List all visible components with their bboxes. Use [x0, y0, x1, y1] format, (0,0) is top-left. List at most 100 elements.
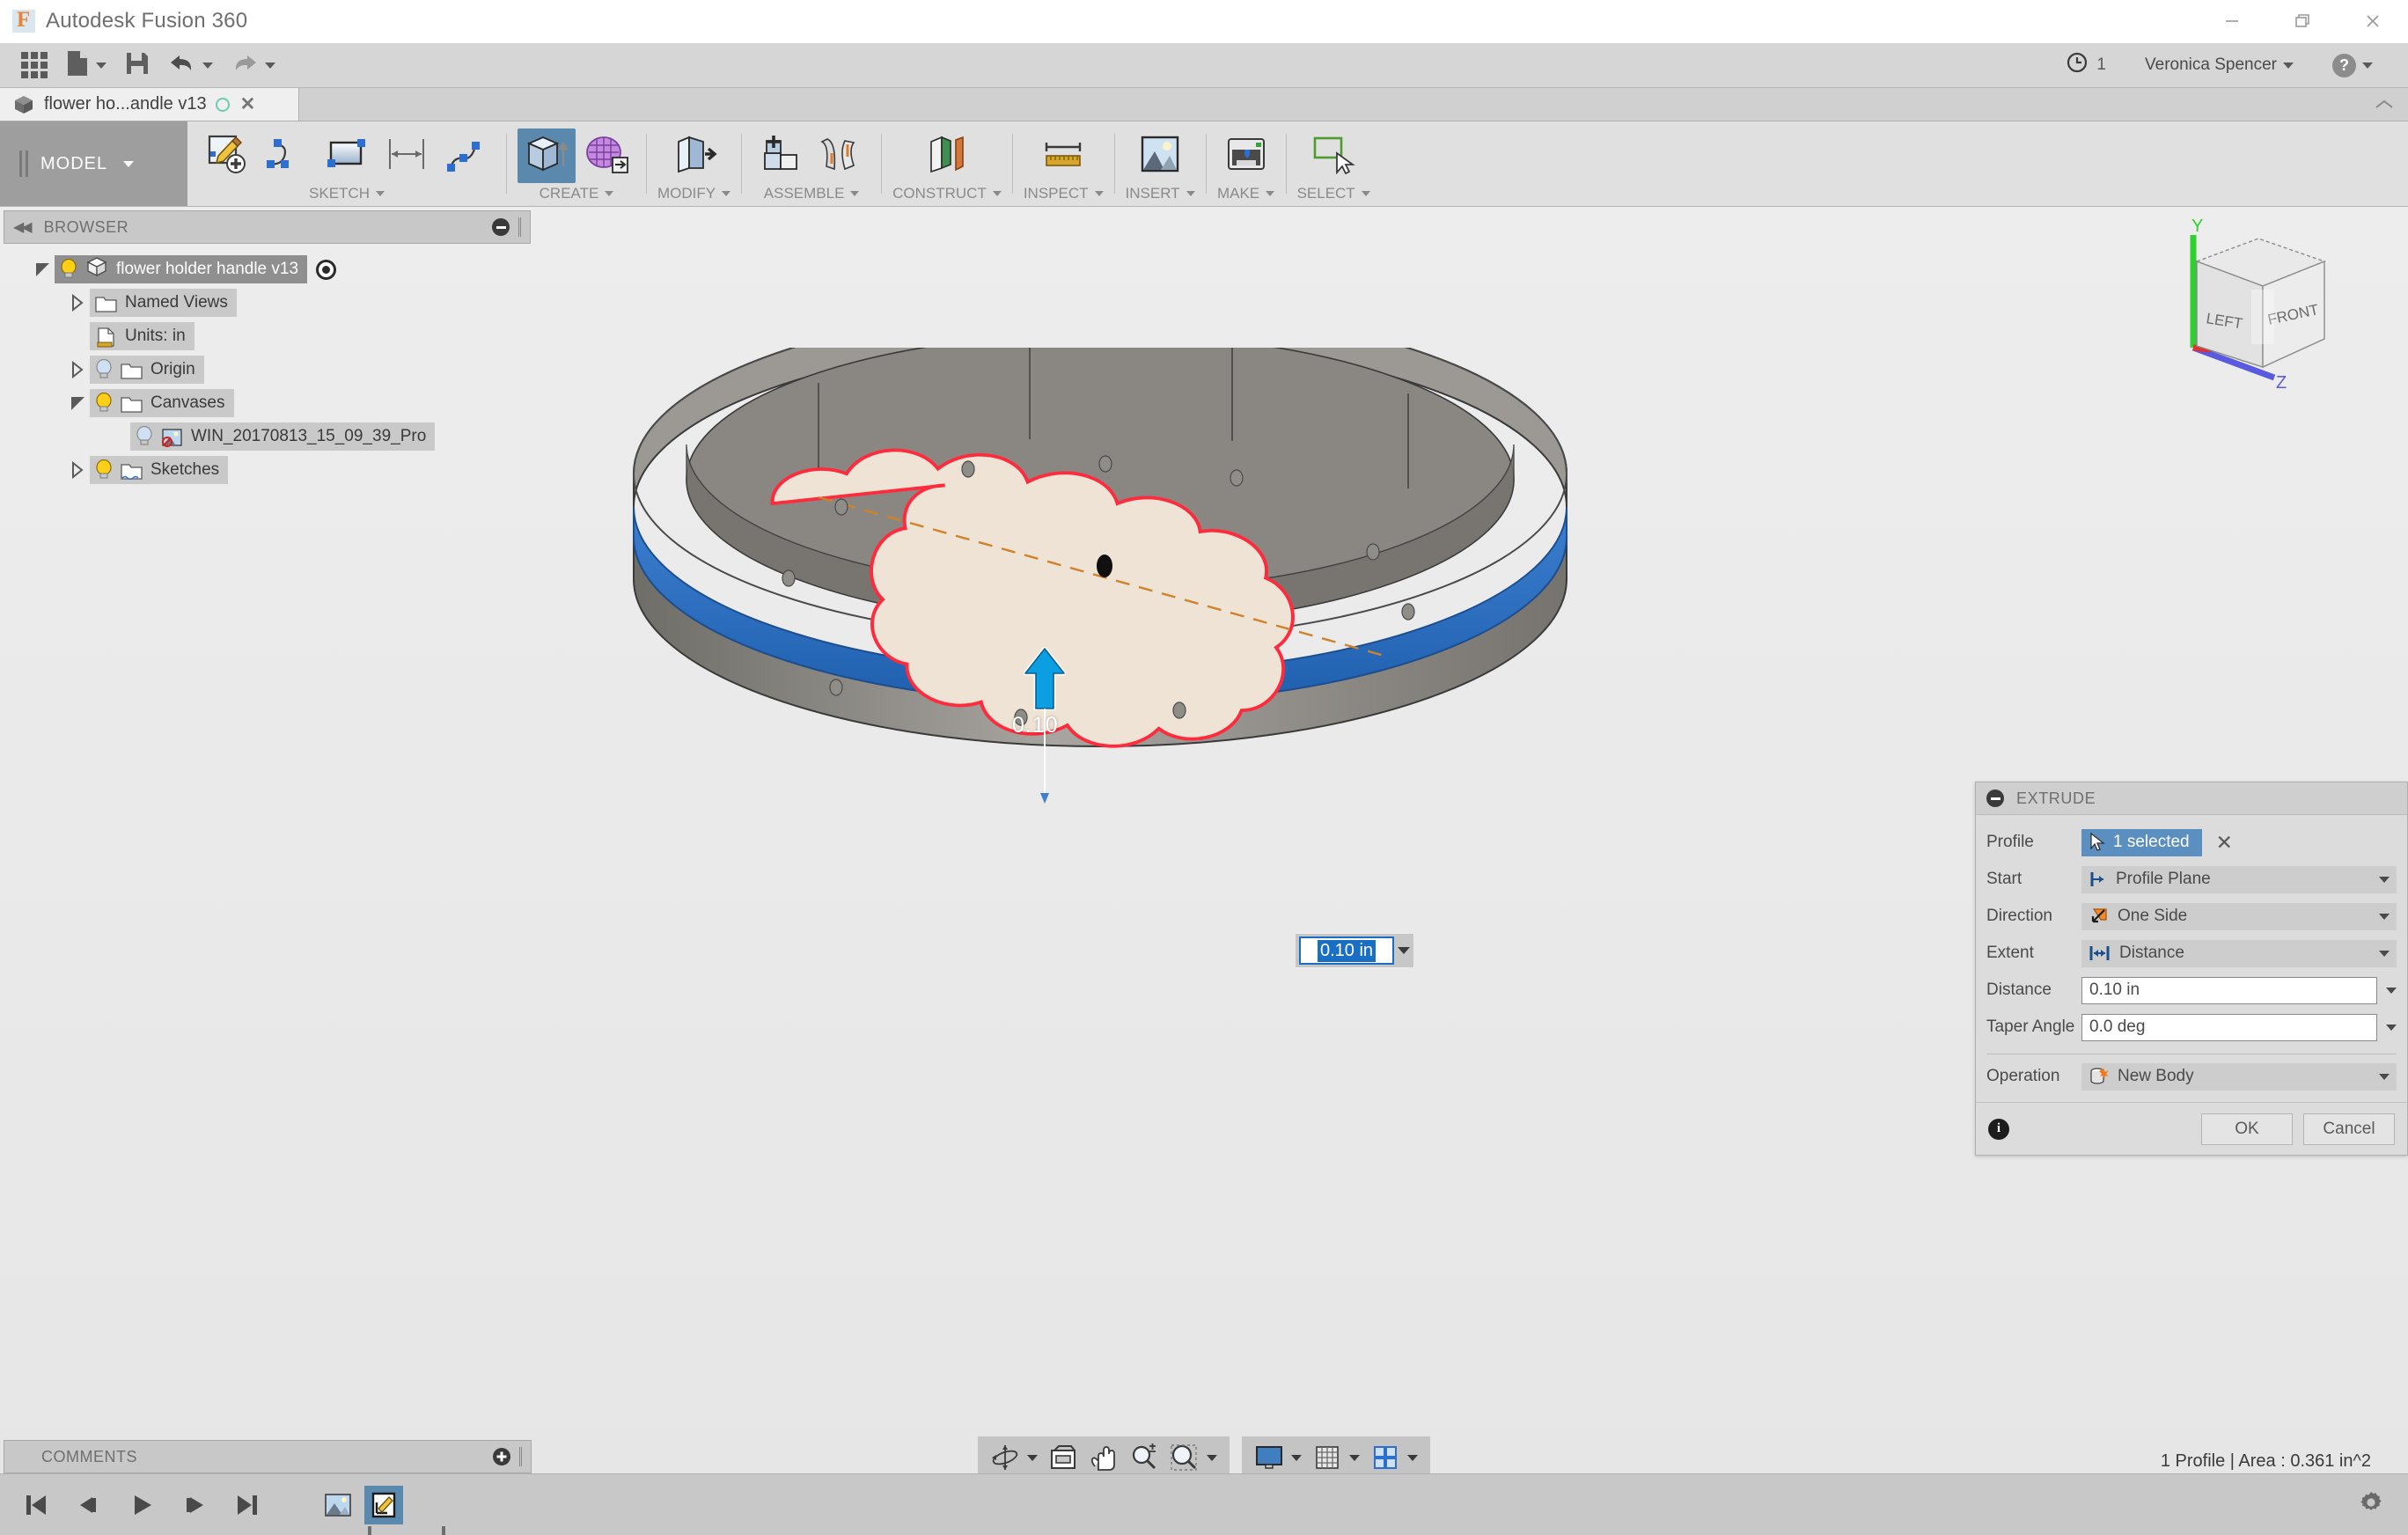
visibility-bulb-icon[interactable] — [60, 259, 77, 280]
ribbon-group-title-create[interactable]: CREATE — [540, 185, 614, 206]
user-menu[interactable]: Veronica Spencer — [2125, 55, 2313, 75]
chevron-down-icon[interactable] — [2386, 1025, 2397, 1031]
create-form-button[interactable] — [577, 129, 635, 183]
visibility-bulb-icon[interactable] — [95, 459, 113, 481]
distance-input[interactable]: 0.10 in — [2081, 977, 2377, 1004]
press-pull-button[interactable] — [665, 129, 723, 183]
timeline-node-sketch[interactable] — [364, 1486, 403, 1524]
extent-dropdown[interactable]: Distance — [2081, 940, 2397, 967]
minimize-button[interactable] — [2197, 0, 2267, 42]
3d-viewport[interactable]: 0.10 0.10 in Y Z LEFT FRONT — [0, 207, 2408, 1535]
job-status-button[interactable]: 1 — [2046, 51, 2125, 79]
tree-item-root[interactable]: flower holder handle v13 — [0, 253, 534, 286]
workspace-switcher[interactable]: MODEL — [0, 121, 187, 206]
look-at-icon[interactable] — [1045, 1440, 1082, 1475]
cancel-button[interactable]: Cancel — [2303, 1113, 2395, 1145]
3d-print-button[interactable] — [1217, 129, 1275, 183]
tree-item-sketches[interactable]: Sketches — [0, 453, 534, 487]
tree-item-units[interactable]: Units: in — [0, 319, 534, 353]
ribbon-group-title-modify[interactable]: MODIFY — [657, 185, 730, 206]
ok-button[interactable]: OK — [2201, 1113, 2293, 1145]
chevron-down-icon[interactable] — [1407, 1455, 1418, 1461]
gear-icon[interactable] — [2357, 1488, 2408, 1521]
expander-right-icon[interactable] — [65, 461, 90, 479]
chevron-down-icon[interactable] — [1291, 1455, 1302, 1461]
zoom-icon[interactable] — [1126, 1440, 1163, 1475]
help-menu[interactable]: ? — [2313, 54, 2392, 77]
visibility-bulb-icon[interactable] — [136, 426, 153, 447]
chevron-down-icon[interactable] — [1398, 947, 1410, 954]
chevron-down-icon[interactable] — [1027, 1455, 1038, 1461]
expander-down-icon[interactable] — [65, 397, 90, 410]
new-component-button[interactable] — [752, 129, 811, 183]
joint-button[interactable] — [812, 129, 870, 183]
close-button[interactable] — [2338, 0, 2408, 42]
operation-dropdown[interactable]: New Body — [2081, 1063, 2397, 1091]
extrude-button[interactable] — [518, 129, 576, 183]
measure-button[interactable] — [1034, 129, 1092, 183]
ribbon-group-title-select[interactable]: SELECT — [1297, 185, 1370, 206]
dimension-button[interactable] — [378, 129, 436, 183]
minus-circle-icon[interactable] — [1986, 790, 2004, 807]
fit-icon[interactable] — [1166, 1440, 1203, 1475]
undo-button[interactable] — [159, 43, 222, 87]
chevron-down-icon[interactable] — [1349, 1455, 1360, 1461]
spline-button[interactable] — [258, 129, 316, 183]
inline-dimension-input-group[interactable]: 0.10 in — [1296, 934, 1413, 967]
chevron-down-icon[interactable] — [1207, 1455, 1217, 1461]
ribbon-group-title-insert[interactable]: INSERT — [1126, 185, 1195, 206]
step-forward-icon[interactable] — [180, 1490, 209, 1520]
taper-angle-input[interactable]: 0.0 deg — [2081, 1014, 2377, 1041]
viewport-layout-icon[interactable] — [1367, 1440, 1404, 1475]
ribbon-group-title-inspect[interactable]: INSPECT — [1024, 185, 1104, 206]
skip-to-end-icon[interactable] — [232, 1490, 262, 1520]
clear-selection-icon[interactable]: ✕ — [2216, 831, 2233, 855]
panel-resize-grip[interactable] — [519, 1447, 522, 1466]
ribbon-group-title-make[interactable]: MAKE — [1217, 185, 1274, 206]
double-chevron-left-icon[interactable]: ◀◀ — [13, 218, 30, 236]
new-file-button[interactable] — [56, 43, 115, 87]
restore-button[interactable] — [2267, 0, 2338, 42]
ribbon-group-title-sketch[interactable]: SKETCH — [309, 185, 385, 206]
tree-item-named-views[interactable]: Named Views — [0, 286, 534, 319]
insert-canvas-button[interactable] — [1131, 129, 1189, 183]
dimension-input[interactable]: 0.10 in — [1299, 936, 1394, 965]
activate-component-icon[interactable] — [316, 260, 336, 280]
tree-item-canvas-image[interactable]: WIN_20170813_15_09_39_Pro — [0, 420, 534, 453]
view-cube[interactable]: Y Z LEFT FRONT — [2170, 216, 2355, 392]
create-sketch-button[interactable] — [198, 129, 256, 183]
pan-icon[interactable] — [1085, 1440, 1122, 1475]
start-dropdown[interactable]: Profile Plane — [2081, 866, 2397, 893]
info-icon[interactable]: i — [1988, 1119, 2009, 1140]
comments-bar[interactable]: COMMENTS — [4, 1440, 532, 1473]
select-window-button[interactable] — [1304, 129, 1362, 183]
step-back-icon[interactable] — [74, 1490, 104, 1520]
visibility-bulb-icon[interactable] — [95, 359, 113, 380]
tree-item-origin[interactable]: Origin — [0, 353, 534, 386]
visibility-bulb-icon[interactable] — [95, 393, 113, 414]
panel-resize-grip[interactable] — [518, 217, 521, 237]
minus-circle-icon[interactable] — [492, 218, 510, 236]
document-tab[interactable]: flower ho...andle v13 ✕ — [0, 88, 299, 121]
profile-selection-button[interactable]: 1 selected — [2081, 829, 2202, 856]
skip-to-start-icon[interactable] — [21, 1490, 51, 1520]
grid-snap-icon[interactable] — [1309, 1440, 1346, 1475]
redo-button[interactable] — [222, 43, 284, 87]
plus-circle-icon[interactable] — [493, 1448, 510, 1465]
timeline-node-canvas[interactable] — [319, 1486, 357, 1524]
chevron-down-icon[interactable] — [2386, 988, 2397, 994]
extrude-up-arrow-icon[interactable] — [1024, 647, 1066, 710]
display-settings-icon[interactable] — [1251, 1440, 1288, 1475]
ribbon-group-title-construct[interactable]: CONSTRUCT — [892, 185, 1002, 206]
app-grid-button[interactable] — [12, 43, 56, 87]
play-icon[interactable] — [127, 1490, 157, 1520]
offset-plane-button[interactable] — [918, 129, 976, 183]
tree-item-canvases[interactable]: Canvases — [0, 386, 534, 420]
save-button[interactable] — [115, 43, 159, 87]
ribbon-group-title-assemble[interactable]: ASSEMBLE — [764, 185, 860, 206]
expander-right-icon[interactable] — [65, 294, 90, 312]
close-tab-icon[interactable]: ✕ — [240, 95, 256, 114]
expander-down-icon[interactable] — [30, 263, 55, 276]
orbit-icon[interactable] — [987, 1440, 1024, 1475]
direction-dropdown[interactable]: One Side — [2081, 903, 2397, 930]
